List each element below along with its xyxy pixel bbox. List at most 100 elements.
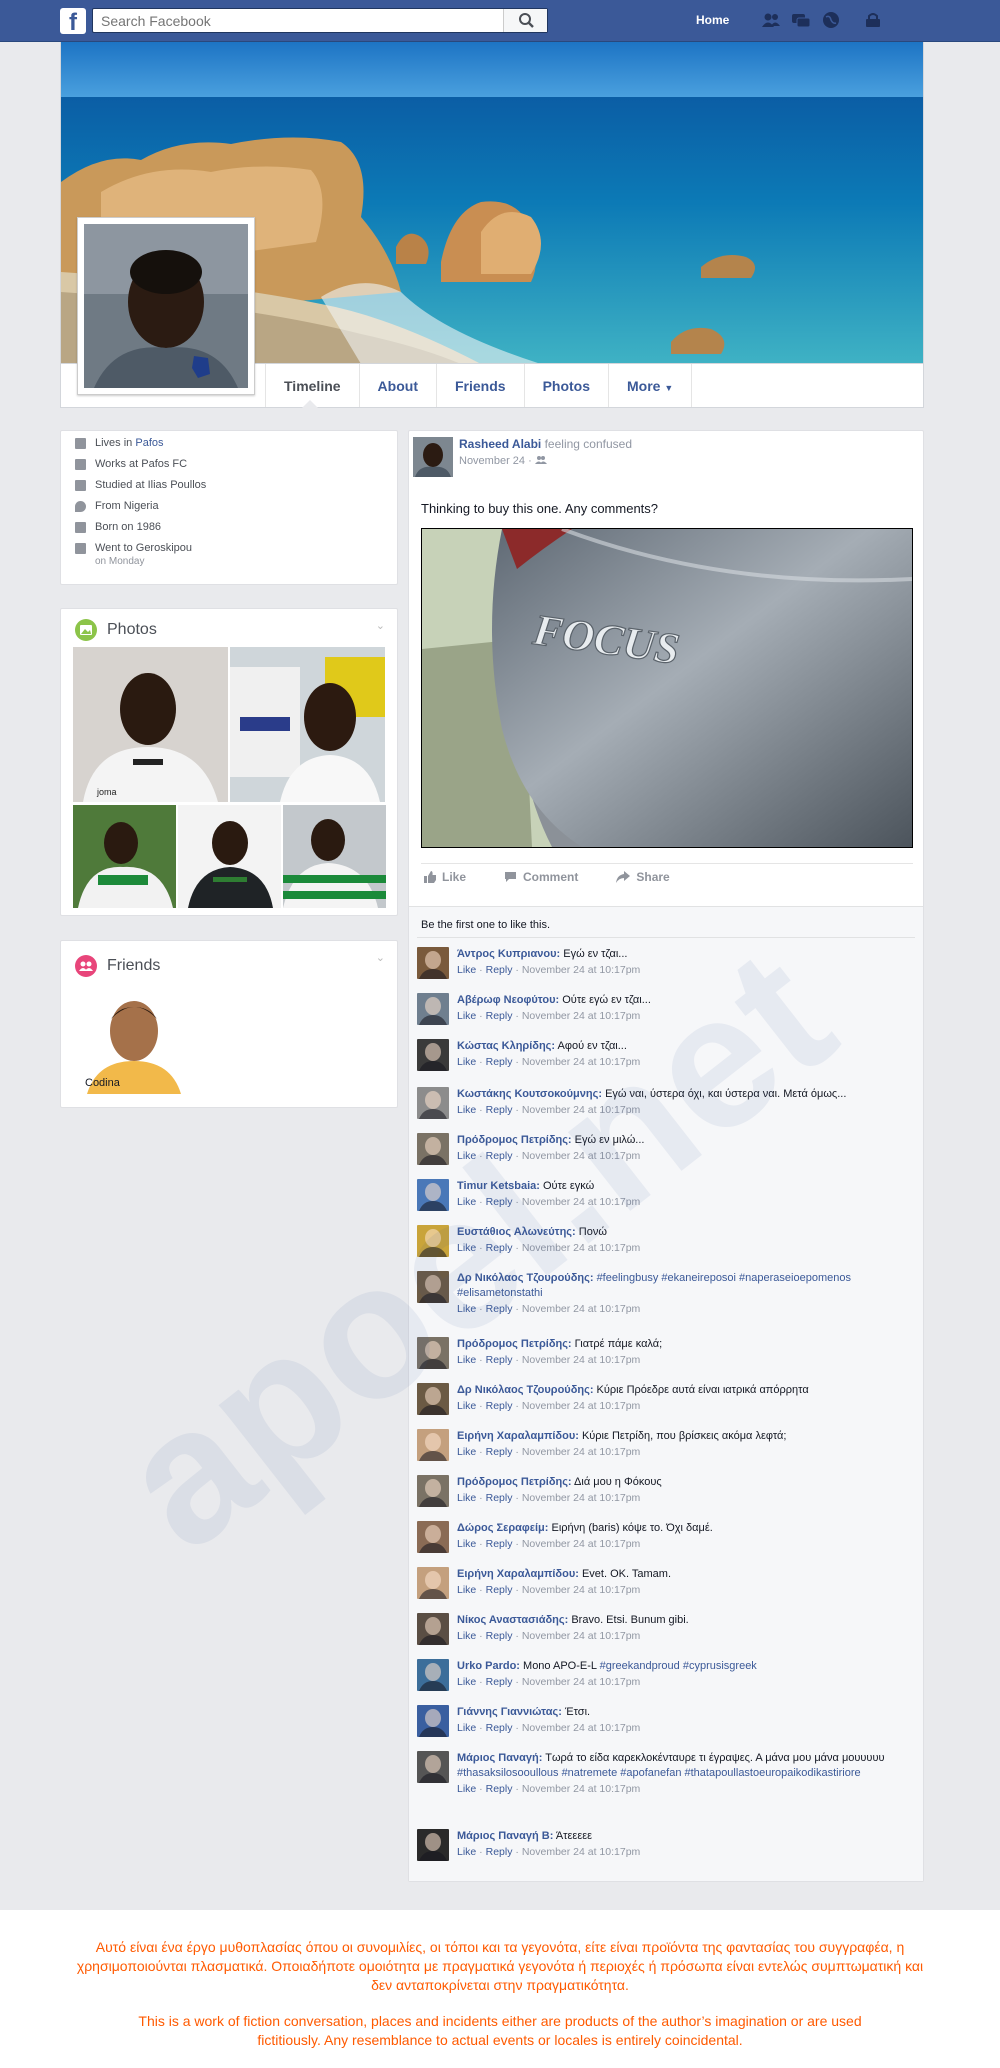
profile-picture[interactable]	[77, 217, 255, 395]
photo-thumbnail-4[interactable]	[178, 805, 281, 908]
commenter-name[interactable]: Μάριος Παναγή:	[457, 1752, 542, 1764]
comment-timestamp[interactable]: November 24 at 10:17pm	[522, 1722, 640, 1734]
tab-about[interactable]: About	[360, 364, 437, 407]
comment-reply-link[interactable]: Reply	[486, 1150, 513, 1162]
search-input[interactable]	[93, 9, 493, 32]
friend-name[interactable]: Codina	[85, 1077, 120, 1089]
commenter-avatar[interactable]	[417, 1225, 449, 1257]
commenter-avatar[interactable]	[417, 1751, 449, 1783]
commenter-name[interactable]: Πρόδρομος Πετρίδης:	[457, 1338, 572, 1350]
lock-icon[interactable]	[862, 10, 884, 30]
comment-like-link[interactable]: Like	[457, 1492, 476, 1504]
commenter-name[interactable]: Πρόδρομος Πετρίδης:	[457, 1476, 572, 1488]
commenter-name[interactable]: Νίκος Αναστασιάδης:	[457, 1614, 568, 1626]
comment-reply-link[interactable]: Reply	[486, 1196, 513, 1208]
search-button[interactable]	[503, 9, 547, 32]
commenter-name[interactable]: Ευστάθιος Αλωνεύτης:	[457, 1226, 576, 1238]
comment-timestamp[interactable]: November 24 at 10:17pm	[522, 1354, 640, 1366]
comment-like-link[interactable]: Like	[457, 1630, 476, 1642]
commenter-avatar[interactable]	[417, 1567, 449, 1599]
commenter-name[interactable]: Αβέρωφ Νεοφύτου:	[457, 994, 559, 1006]
comment-like-link[interactable]: Like	[457, 1242, 476, 1254]
comment-reply-link[interactable]: Reply	[486, 1303, 513, 1315]
commenter-avatar[interactable]	[417, 947, 449, 979]
comment-reply-link[interactable]: Reply	[486, 1400, 513, 1412]
photo-thumbnail-5[interactable]	[283, 805, 386, 908]
comment-timestamp[interactable]: November 24 at 10:17pm	[522, 1010, 640, 1022]
comment-timestamp[interactable]: November 24 at 10:17pm	[522, 1104, 640, 1116]
comment-like-link[interactable]: Like	[457, 1846, 476, 1858]
comment-like-link[interactable]: Like	[457, 1538, 476, 1550]
comment-hashtags[interactable]: #thasaksilosooullous #natremete #apofane…	[457, 1767, 861, 1779]
audience-friends-icon[interactable]	[534, 455, 547, 467]
friends-icon[interactable]	[760, 10, 782, 30]
comment-timestamp[interactable]: November 24 at 10:17pm	[522, 1056, 640, 1068]
commenter-name[interactable]: Κωστάκης Κουτσοκούμνης:	[457, 1088, 602, 1100]
chevron-down-icon[interactable]: ⌄	[376, 619, 385, 632]
comment-like-link[interactable]: Like	[457, 1584, 476, 1596]
facebook-logo-icon[interactable]: f	[60, 8, 86, 34]
commenter-avatar[interactable]	[417, 1829, 449, 1861]
commenter-name[interactable]: Δώρος Σεραφείμ:	[457, 1522, 548, 1534]
comment-like-link[interactable]: Like	[457, 1400, 476, 1412]
comment-timestamp[interactable]: November 24 at 10:17pm	[522, 1846, 640, 1858]
comment-like-link[interactable]: Like	[457, 1056, 476, 1068]
commenter-avatar[interactable]	[417, 1659, 449, 1691]
comment-like-link[interactable]: Like	[457, 1354, 476, 1366]
commenter-avatar[interactable]	[417, 1179, 449, 1211]
commenter-avatar[interactable]	[417, 1705, 449, 1737]
comment-like-link[interactable]: Like	[457, 1196, 476, 1208]
comment-reply-link[interactable]: Reply	[486, 1492, 513, 1504]
commenter-name[interactable]: Μάριος Παναγή Β:	[457, 1830, 553, 1842]
comment-timestamp[interactable]: November 24 at 10:17pm	[522, 1538, 640, 1550]
comment-reply-link[interactable]: Reply	[486, 1722, 513, 1734]
lives-link[interactable]: Pafos	[135, 437, 163, 449]
comment-button[interactable]: Comment	[504, 870, 578, 884]
comment-hashtags[interactable]: #greekandproud #cyprusisgreek	[600, 1660, 757, 1672]
friends-header[interactable]: Friends	[75, 955, 160, 977]
tab-friends[interactable]: Friends	[437, 364, 525, 407]
commenter-avatar[interactable]	[417, 1613, 449, 1645]
commenter-avatar[interactable]	[417, 1039, 449, 1071]
comment-like-link[interactable]: Like	[457, 1783, 476, 1795]
comment-reply-link[interactable]: Reply	[486, 1676, 513, 1688]
photos-header[interactable]: Photos	[75, 619, 157, 641]
like-button[interactable]: Like	[423, 870, 466, 884]
photo-thumbnail-3[interactable]	[73, 805, 176, 908]
commenter-name[interactable]: Urko Pardo:	[457, 1660, 520, 1672]
commenter-name[interactable]: Άντρος Κυπριανου:	[457, 948, 560, 960]
commenter-name[interactable]: Πρόδρομος Πετρίδης:	[457, 1134, 572, 1146]
commenter-avatar[interactable]	[417, 1271, 449, 1303]
commenter-name[interactable]: Γιάννης Γιαννιώτας:	[457, 1706, 562, 1718]
commenter-avatar[interactable]	[417, 1475, 449, 1507]
comment-timestamp[interactable]: November 24 at 10:17pm	[522, 1630, 640, 1642]
commenter-name[interactable]: Timur Ketsbaia:	[457, 1180, 540, 1192]
post-date[interactable]: November 24 ·	[459, 455, 532, 467]
tab-more[interactable]: More ▼	[609, 364, 693, 407]
comment-timestamp[interactable]: November 24 at 10:17pm	[522, 1446, 640, 1458]
comment-timestamp[interactable]: November 24 at 10:17pm	[522, 1400, 640, 1412]
comment-timestamp[interactable]: November 24 at 10:17pm	[522, 1196, 640, 1208]
commenter-name[interactable]: Κώστας Κληρίδης:	[457, 1040, 555, 1052]
commenter-name[interactable]: Δρ Νικόλαος Τζουρούδης:	[457, 1384, 594, 1396]
commenter-avatar[interactable]	[417, 1429, 449, 1461]
comment-reply-link[interactable]: Reply	[486, 1354, 513, 1366]
photo-thumbnail-1[interactable]: joma	[73, 647, 228, 802]
comment-reply-link[interactable]: Reply	[486, 1630, 513, 1642]
comment-like-link[interactable]: Like	[457, 1010, 476, 1022]
globe-icon[interactable]	[820, 10, 842, 30]
post-author-avatar[interactable]	[413, 437, 453, 477]
comment-timestamp[interactable]: November 24 at 10:17pm	[522, 1783, 640, 1795]
commenter-avatar[interactable]	[417, 1383, 449, 1415]
comment-like-link[interactable]: Like	[457, 1104, 476, 1116]
photo-thumbnail-2[interactable]	[230, 647, 385, 802]
comment-timestamp[interactable]: November 24 at 10:17pm	[522, 1584, 640, 1596]
comment-reply-link[interactable]: Reply	[486, 1056, 513, 1068]
comment-reply-link[interactable]: Reply	[486, 1010, 513, 1022]
commenter-avatar[interactable]	[417, 1521, 449, 1553]
commenter-name[interactable]: Δρ Νικόλαος Τζουρούδης:	[457, 1272, 594, 1284]
post-author-name[interactable]: Rasheed Alabi	[459, 437, 541, 451]
comment-reply-link[interactable]: Reply	[486, 964, 513, 976]
comment-timestamp[interactable]: November 24 at 10:17pm	[522, 1150, 640, 1162]
messages-icon[interactable]	[790, 10, 812, 30]
